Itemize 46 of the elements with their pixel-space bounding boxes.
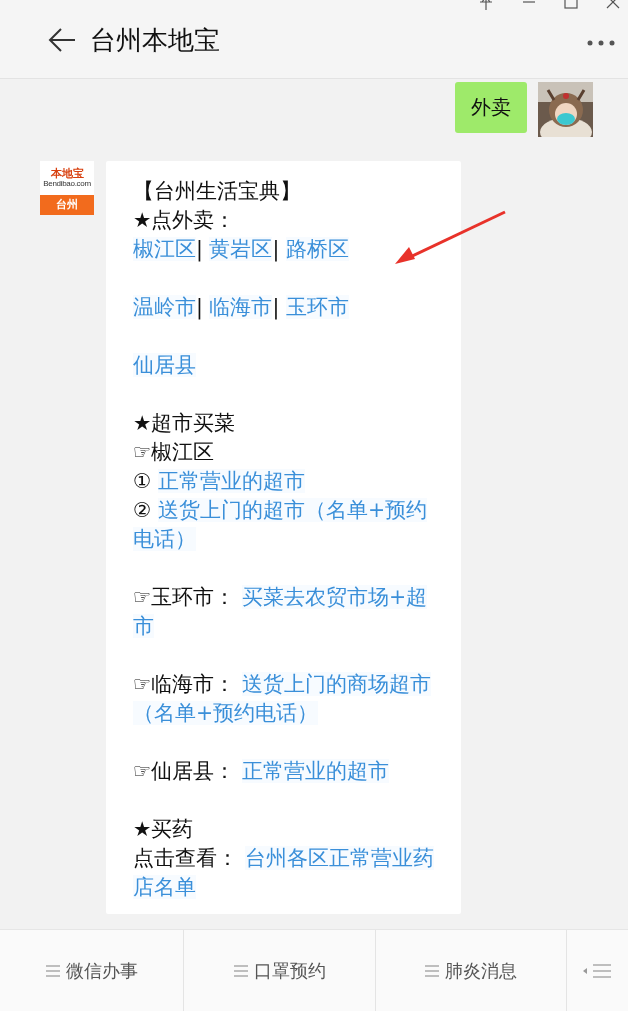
menu-icon (233, 964, 248, 977)
link[interactable]: 玉环市 (285, 295, 349, 319)
link[interactable]: （名单+预约电话） (133, 701, 319, 725)
message-text: ② (133, 498, 153, 522)
keyboard-switch-icon[interactable] (582, 963, 613, 978)
link[interactable]: 温岭市 (133, 295, 196, 319)
logo-city: 台州 (40, 195, 94, 215)
logo-site: Bendibao.com (43, 178, 91, 189)
menu-icon (45, 964, 60, 977)
message-text: ① (133, 469, 153, 493)
message-text: ☞玉环市： (133, 585, 237, 609)
message-text: ☞临海市： (133, 672, 237, 696)
link[interactable]: 台州各区正常营业药 (244, 846, 434, 870)
message-text: ★点外卖： (133, 208, 236, 232)
window-title: 台州本地宝 (90, 23, 220, 57)
link[interactable]: 椒江区 (133, 237, 196, 261)
link[interactable]: 送货上门的商场超市 (241, 672, 431, 696)
message-text: 【台州生活宝典】 (133, 179, 301, 203)
message-text: | (272, 295, 281, 319)
link[interactable]: 临海市 (209, 295, 273, 319)
more-icon[interactable] (587, 40, 615, 46)
message-text: | (196, 295, 204, 319)
menu-tab[interactable]: 微信办事 (0, 930, 184, 1011)
link[interactable]: 市 (133, 614, 154, 638)
message-text: ☞椒江区 (133, 440, 215, 464)
link[interactable]: 黄岩区 (209, 237, 273, 261)
link[interactable]: 电话） (133, 527, 196, 551)
message-text: ★买药 (133, 817, 194, 841)
menu-tab[interactable]: 口罩预约 (184, 930, 376, 1011)
link[interactable]: 路桥区 (285, 237, 349, 261)
message-text: ★超市买菜 (133, 411, 236, 435)
back-arrow-icon[interactable] (48, 28, 76, 52)
menu-icon (425, 964, 439, 977)
message-text: | (272, 237, 281, 261)
message-text: 点击查看： (133, 846, 239, 870)
message-text: | (196, 237, 204, 261)
sent-message: 外卖 (455, 82, 527, 133)
message-text: ☞仙居县： (133, 759, 237, 783)
link[interactable]: 买菜去农贸市场+超 (241, 585, 428, 609)
link[interactable]: 正常营业的超市 (157, 469, 305, 493)
logo-brand: 本地宝 (50, 167, 84, 179)
menu-tab[interactable]: 肺炎消息 (376, 930, 567, 1011)
link[interactable]: 店名单 (133, 875, 196, 899)
link[interactable]: 仙居县 (133, 353, 196, 377)
link[interactable]: 正常营业的超市 (241, 759, 389, 783)
link[interactable]: 送货上门的超市（名单+预约 (157, 498, 428, 522)
